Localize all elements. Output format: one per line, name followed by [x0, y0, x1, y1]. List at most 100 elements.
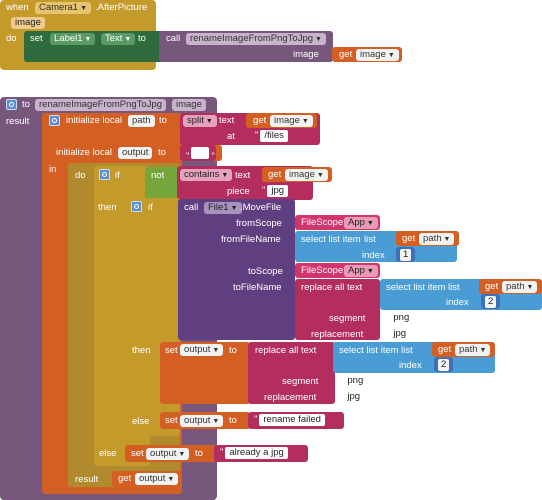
event-param-image[interactable]: image: [11, 17, 45, 29]
get-var-dropdown[interactable]: path ▼: [455, 344, 491, 356]
event-do-label: do: [6, 33, 17, 44]
set-label: set: [165, 345, 178, 356]
number-2[interactable]: 2: [485, 296, 497, 308]
procedure-name-field[interactable]: renameImageFromPngToJpg: [35, 99, 167, 111]
quote-icon: ": [220, 447, 224, 458]
fromfilename-label: fromFileName: [221, 234, 281, 245]
list-label: list: [448, 282, 460, 293]
get-label: get: [268, 169, 282, 180]
get-var-dropdown[interactable]: image ▼: [270, 115, 313, 127]
chevron-down-icon: ▼: [212, 347, 220, 354]
var-path-field[interactable]: path: [128, 115, 155, 127]
chevron-down-icon: ▼: [315, 36, 322, 43]
chevron-down-icon: ▼: [387, 52, 395, 59]
split-text-label: text: [219, 115, 235, 126]
set-label: set: [131, 448, 144, 459]
segment-label: segment: [282, 376, 319, 387]
set-var-dropdown[interactable]: output ▼: [146, 448, 190, 460]
procedure-param-image[interactable]: image: [172, 99, 206, 111]
event-component-dropdown[interactable]: Camera1 ▼: [35, 2, 92, 14]
index-label: index: [446, 297, 469, 308]
get-label: get: [438, 344, 452, 355]
chevron-down-icon: ▼: [366, 268, 374, 275]
movefile-label: .MoveFile: [240, 202, 282, 213]
string-jpg-1[interactable]: " jpg: [260, 185, 289, 197]
get-var-dropdown[interactable]: output ▼: [135, 473, 179, 485]
init-local-label-2: initialize local: [56, 147, 112, 158]
split-dropdown[interactable]: split ▼: [183, 115, 217, 127]
chevron-down-icon: ▼: [205, 118, 213, 125]
get-var-dropdown[interactable]: image ▼: [356, 49, 399, 61]
result-label-2: result: [75, 474, 99, 485]
chevron-down-icon: ▼: [212, 418, 220, 425]
call-procedure-dropdown[interactable]: renameImageFromPngToJpg ▼: [186, 33, 326, 45]
set-label: set: [165, 415, 178, 426]
get-label: get: [402, 233, 416, 244]
chevron-down-icon: ▼: [124, 36, 132, 43]
get-var-dropdown[interactable]: image ▼: [285, 169, 328, 181]
string-files[interactable]: "/files: [253, 130, 288, 142]
else-label-1: else: [132, 416, 150, 427]
filescope-label: FileScope: [301, 265, 344, 276]
file-component-dropdown[interactable]: File1 ▼: [204, 202, 242, 214]
filescope-dropdown[interactable]: App ▼: [344, 265, 378, 277]
chevron-down-icon: ▼: [80, 5, 88, 12]
then-label-2: then: [132, 345, 151, 356]
fromscope-label: fromScope: [236, 218, 282, 229]
string-rename-failed[interactable]: " rename failed: [252, 414, 325, 426]
tofilename-label: toFileName: [233, 282, 282, 293]
list-label: list: [364, 234, 376, 245]
quote-icon: ": [254, 414, 258, 425]
quote-icon: ": [262, 185, 266, 196]
filescope-label: FileScope: [301, 217, 344, 228]
string-jpg-3[interactable]: " jpg: [336, 391, 365, 403]
else-label-2: else: [99, 448, 117, 459]
number-2[interactable]: 2: [438, 359, 450, 371]
gear-icon[interactable]: [131, 201, 142, 212]
get-label: get: [339, 49, 353, 60]
get-var-dropdown[interactable]: path ▼: [419, 233, 455, 245]
replace-all-label: replace all text: [255, 345, 317, 356]
event-name-label: .AfterPicture: [95, 2, 148, 13]
quote-icon: ": [338, 391, 342, 402]
if-label-1: if: [115, 170, 120, 181]
contains-text-label: text: [235, 170, 251, 181]
contains-dropdown[interactable]: contains ▼: [180, 169, 233, 181]
get-label: get: [253, 115, 267, 126]
chevron-down-icon: ▼: [301, 118, 309, 125]
quote-icon: ": [186, 151, 190, 162]
chevron-down-icon: ▼: [230, 205, 238, 212]
init-local-label-1: initialize local: [66, 115, 122, 126]
if-label-2: if: [148, 202, 153, 213]
split-at-label: at: [227, 131, 235, 142]
select-list-item-label: select list item: [339, 345, 399, 356]
gear-icon[interactable]: [49, 115, 60, 126]
chevron-down-icon: ▼: [84, 36, 92, 43]
set-var-dropdown[interactable]: output ▼: [180, 344, 224, 356]
string-jpg-2[interactable]: " jpg: [382, 328, 411, 340]
set-component-dropdown[interactable]: Label1 ▼: [50, 33, 96, 45]
init-to-label-2: to: [158, 147, 166, 158]
string-png-2[interactable]: " png: [336, 375, 368, 387]
call-arg-image-label: image: [293, 49, 319, 60]
string-png-1[interactable]: " png: [382, 312, 414, 324]
number-1[interactable]: 1: [400, 249, 412, 261]
chevron-down-icon: ▼: [221, 172, 229, 179]
select-list-item-label: select list item: [301, 234, 361, 245]
set-property-dropdown[interactable]: Text ▼: [101, 33, 136, 45]
segment-label: segment: [329, 313, 366, 324]
gear-icon[interactable]: [6, 99, 17, 110]
quote-icon: ": [384, 328, 388, 339]
chevron-down-icon: ▼: [316, 172, 324, 179]
get-var-dropdown[interactable]: path ▼: [502, 281, 538, 293]
string-empty[interactable]: " ": [184, 147, 217, 162]
string-already-a-jpg[interactable]: " already a jpg: [218, 447, 288, 459]
select-list-item-label: select list item: [386, 282, 446, 293]
set-var-dropdown[interactable]: output ▼: [180, 415, 224, 427]
then-label-1: then: [98, 202, 117, 213]
gear-icon[interactable]: [99, 169, 110, 180]
var-output-field[interactable]: output: [118, 147, 153, 159]
call-label: call: [166, 33, 181, 44]
filescope-dropdown[interactable]: App ▼: [344, 217, 378, 229]
get-label: get: [485, 281, 499, 292]
